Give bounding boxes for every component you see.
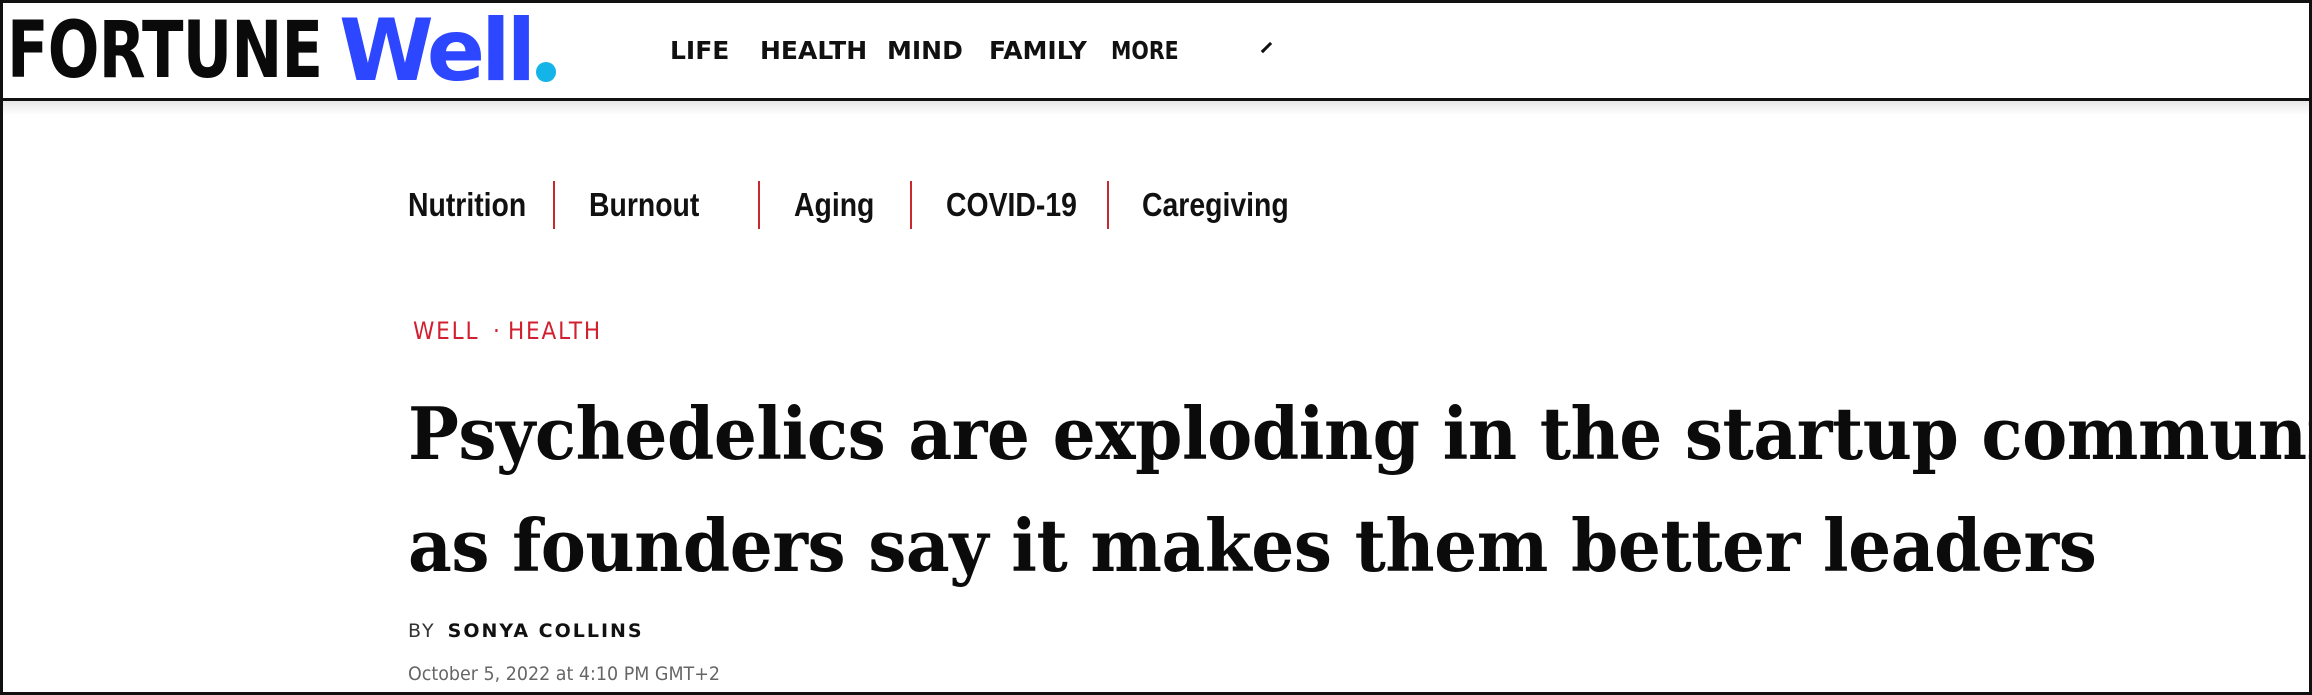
- main-nav-item-more[interactable]: MORE: [1111, 36, 1179, 65]
- article-byline: BY SONYA COLLINS: [408, 620, 644, 642]
- site-logo[interactable]: FORTUNE Well: [7, 0, 557, 101]
- main-nav: LIFE HEALTH MIND FAMILY MORE: [670, 3, 1273, 98]
- logo-wordmark: FORTUNE: [7, 5, 323, 96]
- kicker-topic-link[interactable]: HEALTH: [508, 317, 612, 345]
- kicker-separator: ·: [492, 317, 502, 345]
- topic-item-aging[interactable]: Aging: [794, 186, 874, 224]
- topic-item-burnout[interactable]: Burnout: [589, 186, 699, 224]
- topic-nav: Nutrition Burnout Aging COVID-19 Caregiv…: [408, 181, 1312, 229]
- logo-sub-brand: Well: [339, 0, 536, 101]
- chevron-down-icon[interactable]: [1261, 41, 1273, 54]
- main-nav-more[interactable]: MORE: [1111, 36, 1273, 65]
- main-nav-item-health[interactable]: HEALTH: [760, 36, 867, 65]
- site-header: FORTUNE Well LIFE HEALTH MIND FAMILY MOR…: [3, 3, 2309, 101]
- article-kicker: WELL · HEALTH: [413, 317, 613, 345]
- headline-line-2: as founders say it makes them better lea…: [408, 503, 2097, 588]
- byline-prefix: BY: [408, 620, 436, 642]
- topic-item-caregiving[interactable]: Caregiving: [1142, 186, 1289, 224]
- logo-dot: [536, 61, 557, 82]
- topic-item-nutrition[interactable]: Nutrition: [408, 186, 526, 224]
- kicker-section: WELL: [413, 317, 480, 345]
- article-headline: Psychedelics are exploding in the startu…: [408, 378, 2312, 602]
- main-nav-item-mind[interactable]: MIND: [887, 36, 963, 65]
- author-link[interactable]: SONYA COLLINS: [448, 620, 644, 642]
- kicker-section-link[interactable]: WELL: [413, 317, 487, 345]
- header-shadow: [3, 101, 2309, 115]
- topic-item-covid-19[interactable]: COVID-19: [946, 186, 1077, 224]
- headline-line-1: Psychedelics are exploding in the startu…: [408, 391, 2312, 476]
- kicker-topic: HEALTH: [508, 317, 603, 345]
- main-nav-item-family[interactable]: FAMILY: [989, 36, 1087, 65]
- publish-date: October 5, 2022 at 4:10 PM GMT+2: [408, 663, 720, 685]
- browser-viewport: FORTUNE Well LIFE HEALTH MIND FAMILY MOR…: [0, 0, 2312, 695]
- main-nav-item-life[interactable]: LIFE: [670, 36, 729, 65]
